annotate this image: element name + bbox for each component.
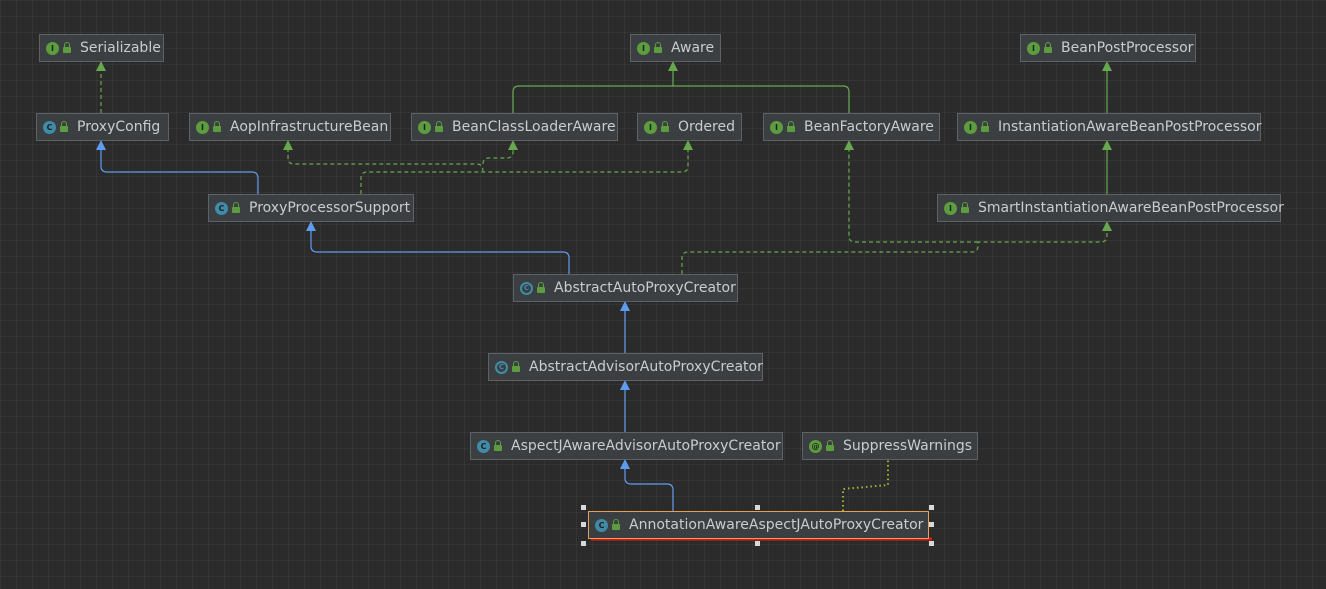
node-label: BeanClassLoaderAware xyxy=(452,119,616,135)
edge-abstractautoproxycreator-interfaces xyxy=(681,221,1112,274)
public-lock-icon xyxy=(661,121,669,132)
selection-handle[interactable] xyxy=(581,541,586,546)
node-label: AbstractAdvisorAutoProxyCreator xyxy=(529,359,763,375)
selection-handle[interactable] xyxy=(929,505,934,510)
interface-icon: I xyxy=(46,41,59,55)
node-abstractadvisorautoproxycreator[interactable]: C AbstractAdvisorAutoProxyCreator xyxy=(488,353,763,381)
node-label: ProxyConfig xyxy=(77,119,161,135)
interface-icon: I xyxy=(637,41,650,55)
node-aopinfrastructurebean[interactable]: I AopInfrastructureBean xyxy=(189,113,391,141)
node-label: BeanFactoryAware xyxy=(804,119,934,135)
selection-handle[interactable] xyxy=(755,505,760,510)
edge-to-beanclassloaderaware xyxy=(482,140,518,165)
public-lock-icon xyxy=(512,361,520,372)
interface-icon: I xyxy=(418,120,431,134)
edge-abstractautoproxycreator-proxyprocessorsupport xyxy=(306,221,570,274)
interface-icon: I xyxy=(196,120,209,134)
edge-beanfactoryaware-aware xyxy=(673,85,850,113)
public-lock-icon xyxy=(1044,42,1052,53)
public-lock-icon xyxy=(60,121,68,132)
public-lock-icon xyxy=(435,121,443,132)
node-serializable[interactable]: I Serializable xyxy=(39,34,164,62)
edge-to-beanfactoryaware xyxy=(844,140,978,243)
node-proxyprocessorsupport[interactable]: C ProxyProcessorSupport xyxy=(208,194,414,222)
interface-icon: I xyxy=(644,120,657,134)
interface-icon: I xyxy=(770,120,783,134)
node-proxyconfig[interactable]: C ProxyConfig xyxy=(36,113,169,141)
interface-icon: I xyxy=(1027,41,1040,55)
node-beanfactoryaware[interactable]: I BeanFactoryAware xyxy=(763,113,940,141)
abstract-class-icon: C xyxy=(495,360,508,374)
node-instantiationawarebeanpostprocessor[interactable]: I InstantiationAwareBeanPostProcessor xyxy=(957,113,1262,141)
node-label: ProxyProcessorSupport xyxy=(249,200,411,216)
public-lock-icon xyxy=(232,202,240,213)
node-label: AnnotationAwareAspectJAutoProxyCreator xyxy=(629,517,924,533)
edge-to-aopinfrastructurebean xyxy=(283,140,484,173)
node-label: BeanPostProcessor xyxy=(1061,40,1194,56)
abstract-class-icon: C xyxy=(520,281,533,295)
selection-handle[interactable] xyxy=(581,522,586,527)
annotation-icon: @ xyxy=(809,439,822,453)
public-lock-icon xyxy=(981,121,989,132)
edge-annotationaware-suppresswarnings xyxy=(842,460,889,511)
class-icon: C xyxy=(43,120,56,134)
public-lock-icon xyxy=(826,440,834,451)
class-icon: C xyxy=(595,518,608,532)
node-label: Aware xyxy=(671,40,715,56)
node-label: InstantiationAwareBeanPostProcessor xyxy=(998,119,1262,135)
node-label: SmartInstantiationAwareBeanPostProcessor xyxy=(978,200,1284,216)
selection-handle[interactable] xyxy=(929,541,934,546)
node-annotationawareaspectjautoproxycreator[interactable]: C AnnotationAwareAspectJAutoProxyCreator xyxy=(588,511,929,539)
public-lock-icon xyxy=(63,42,71,53)
node-suppresswarnings[interactable]: @ SuppressWarnings xyxy=(802,432,978,460)
edge-annotationaware-aspectjaware xyxy=(620,459,674,511)
public-lock-icon xyxy=(537,282,545,293)
public-lock-icon xyxy=(612,519,620,530)
node-aspectjawareadvisorautoproxycreator[interactable]: C AspectJAwareAdvisorAutoProxyCreator xyxy=(470,432,783,460)
public-lock-icon xyxy=(213,121,221,132)
public-lock-icon xyxy=(654,42,662,53)
node-beanpostprocessor[interactable]: I BeanPostProcessor xyxy=(1020,34,1196,62)
interface-icon: I xyxy=(964,120,977,134)
node-aware[interactable]: I Aware xyxy=(630,34,721,62)
node-label: Serializable xyxy=(80,40,161,56)
node-ordered[interactable]: I Ordered xyxy=(637,113,742,141)
edge-proxyprocessorsupport-proxyconfig xyxy=(96,140,259,194)
edge-proxyprocessorsupport-interfaces xyxy=(360,140,693,194)
node-label: AspectJAwareAdvisorAutoProxyCreator xyxy=(511,438,781,454)
edge-beanclassloaderaware-aware xyxy=(512,61,678,113)
node-label: AopInfrastructureBean xyxy=(230,119,389,135)
selection-handle[interactable] xyxy=(581,505,586,510)
node-smartinstantiationawarebeanpostprocessor[interactable]: I SmartInstantiationAwareBeanPostProcess… xyxy=(937,194,1284,222)
public-lock-icon xyxy=(787,121,795,132)
node-label: SuppressWarnings xyxy=(843,438,973,454)
node-label: Ordered xyxy=(678,119,735,135)
node-label: AbstractAutoProxyCreator xyxy=(554,280,736,296)
interface-icon: I xyxy=(944,201,957,215)
selection-handle[interactable] xyxy=(755,541,760,546)
public-lock-icon xyxy=(494,440,502,451)
class-icon: C xyxy=(215,201,228,215)
node-abstractautoproxycreator[interactable]: C AbstractAutoProxyCreator xyxy=(513,274,738,302)
selection-handle[interactable] xyxy=(929,522,934,527)
node-beanclassloaderaware[interactable]: I BeanClassLoaderAware xyxy=(411,113,618,141)
public-lock-icon xyxy=(961,202,969,213)
class-icon: C xyxy=(477,439,490,453)
